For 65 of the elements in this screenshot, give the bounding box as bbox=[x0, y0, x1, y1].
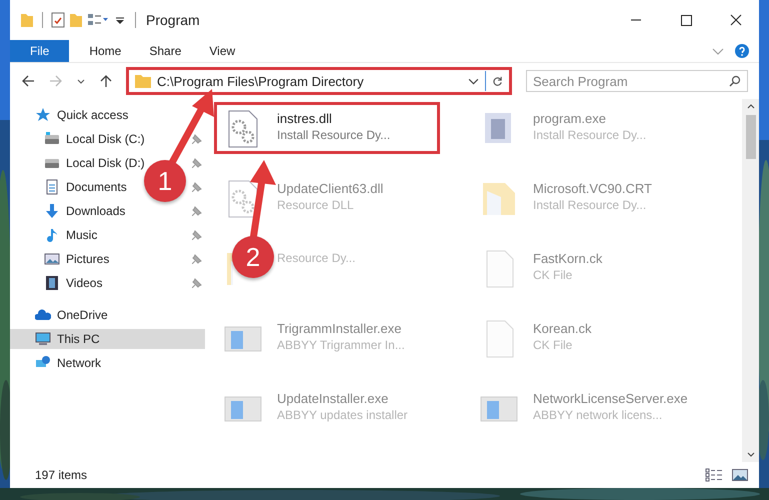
file-name[interactable]: FastKorn.ck bbox=[533, 251, 602, 266]
file-description: CK File bbox=[533, 338, 574, 352]
file-name[interactable]: TrigrammInstaller.exe bbox=[277, 321, 405, 336]
view-options-icon[interactable] bbox=[87, 12, 109, 28]
folder-icon[interactable] bbox=[20, 12, 34, 28]
sidebar-item[interactable]: Videos bbox=[10, 273, 106, 293]
sidebar-item[interactable]: Quick access bbox=[10, 105, 132, 125]
file-description: Resource Dy... bbox=[277, 251, 356, 265]
file-description: Install Resource Dy... bbox=[533, 198, 648, 212]
document-icon bbox=[44, 179, 60, 195]
picture-icon bbox=[44, 251, 60, 267]
thumbnail-view-icon[interactable] bbox=[731, 468, 749, 482]
pin-icon[interactable] bbox=[192, 278, 202, 288]
ribbon-tab[interactable]: File bbox=[10, 40, 70, 62]
file-name[interactable]: instres.dll bbox=[277, 111, 390, 126]
file-name[interactable]: UpdateClient63.dll bbox=[277, 181, 384, 196]
forward-icon[interactable] bbox=[48, 73, 64, 89]
sidebar-item[interactable]: Music bbox=[10, 225, 102, 245]
folder-icon bbox=[135, 74, 151, 88]
sidebar-item[interactable]: OneDrive bbox=[10, 305, 112, 325]
details-view-icon[interactable] bbox=[705, 468, 723, 482]
pin-icon[interactable] bbox=[192, 254, 202, 264]
pin-icon[interactable] bbox=[192, 230, 202, 240]
refresh-icon[interactable] bbox=[492, 76, 503, 86]
disk-icon bbox=[44, 131, 60, 147]
file-description: ABBYY Trigrammer In... bbox=[277, 338, 405, 352]
pin-icon[interactable] bbox=[192, 158, 202, 168]
up-icon[interactable] bbox=[98, 73, 114, 89]
pin-icon[interactable] bbox=[192, 206, 202, 216]
file-description: Resource DLL bbox=[277, 198, 355, 212]
file-name[interactable]: NetworkLicenseServer.exe bbox=[533, 391, 688, 406]
film-icon bbox=[44, 275, 60, 291]
back-icon[interactable] bbox=[20, 73, 36, 89]
star-icon bbox=[35, 107, 51, 123]
pin-icon[interactable] bbox=[192, 134, 202, 144]
file-name[interactable]: UpdateInstaller.exe bbox=[277, 391, 408, 406]
sidebar-item[interactable]: Documents bbox=[10, 177, 131, 197]
sidebar-item[interactable]: Downloads bbox=[10, 201, 130, 221]
window-title: Program bbox=[146, 12, 200, 28]
cloud-icon bbox=[35, 307, 51, 323]
search-field[interactable]: Search Program bbox=[526, 70, 748, 92]
pin-icon[interactable] bbox=[192, 182, 202, 192]
file-description: Install Resource Dy... bbox=[533, 128, 646, 142]
file-description: ABBYY network licens... bbox=[533, 408, 664, 422]
file-item[interactable]: instres.dll Install Resource Dy... bbox=[217, 105, 437, 151]
file-description: Install Resource Dy... bbox=[277, 128, 390, 142]
search-icon[interactable] bbox=[729, 75, 741, 87]
item-count: 197 items bbox=[35, 468, 88, 482]
file-name[interactable]: Microsoft.VC90.CRT bbox=[533, 181, 652, 196]
file-name[interactable]: program.exe bbox=[533, 111, 646, 126]
file-description: CK File bbox=[533, 268, 574, 282]
computer-icon bbox=[35, 331, 51, 347]
address-path: C:\Program Files\Program Directory bbox=[157, 74, 365, 88]
file-name[interactable]: Korean.ck bbox=[533, 321, 592, 336]
sidebar-item[interactable]: This PC bbox=[10, 329, 205, 349]
file-description: ABBYY updates installer bbox=[277, 408, 408, 422]
sidebar-item[interactable]: Network bbox=[10, 353, 106, 373]
download-icon bbox=[44, 203, 60, 219]
properties-icon[interactable] bbox=[51, 12, 65, 28]
scroll-thumb[interactable] bbox=[746, 115, 756, 159]
sidebar-item[interactable]: Pictures bbox=[10, 249, 114, 269]
scrollbar[interactable] bbox=[742, 99, 759, 462]
sidebar-item[interactable]: Local Disk (C:) bbox=[10, 129, 149, 149]
address-bar[interactable]: C:\Program Files\Program Directory bbox=[126, 67, 512, 95]
help-icon[interactable] bbox=[735, 44, 749, 58]
